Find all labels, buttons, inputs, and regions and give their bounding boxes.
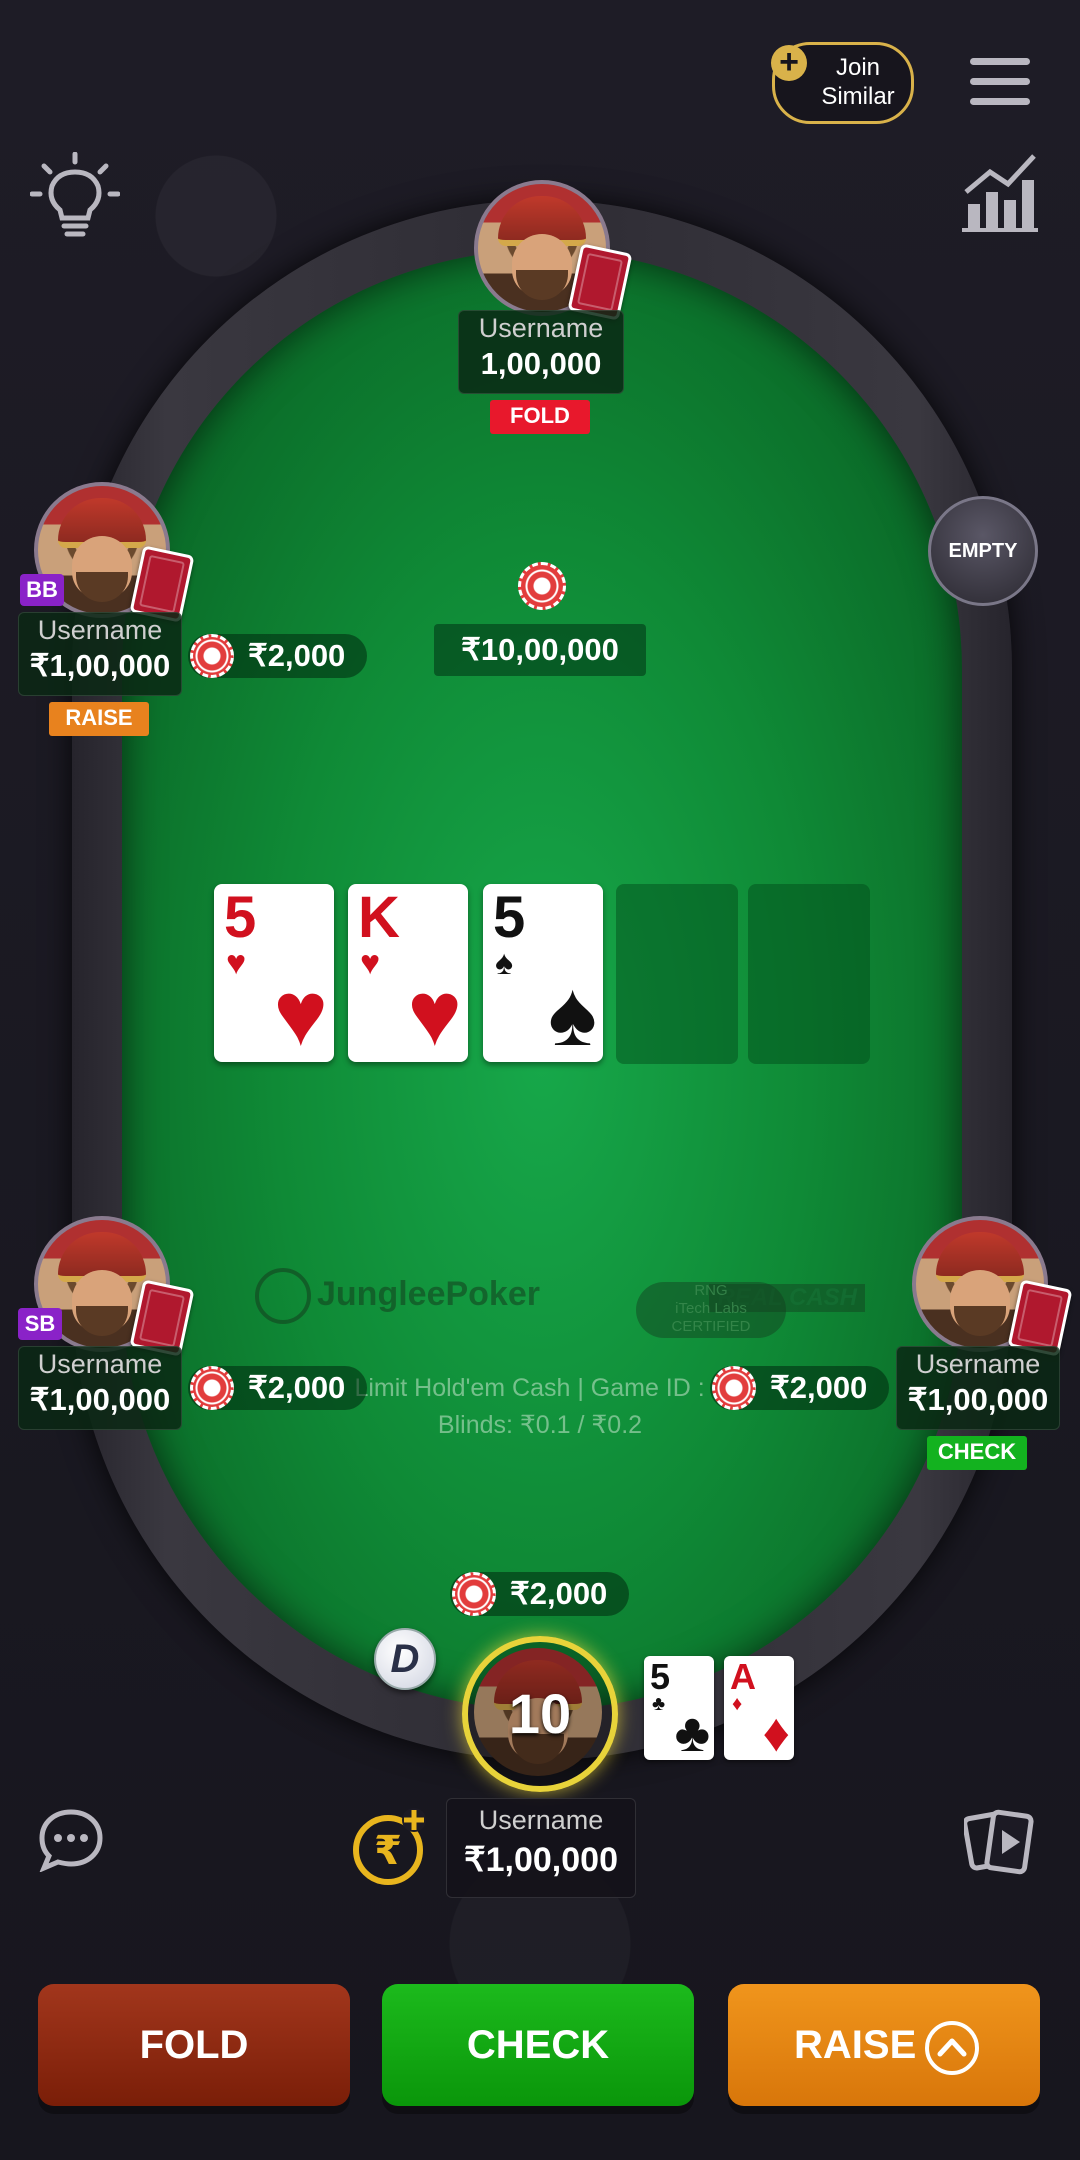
player-name: Username bbox=[37, 615, 163, 645]
community-card: 5 ♠ ♠ bbox=[483, 884, 603, 1062]
plus-icon: + bbox=[771, 45, 807, 81]
turn-timer: 10 bbox=[508, 1682, 572, 1745]
rng-certified-badge: RNG iTech Labs CERTIFIED bbox=[636, 1282, 786, 1338]
community-card: K ♥ ♥ bbox=[348, 884, 468, 1062]
raise-button[interactable]: RAISE bbox=[728, 1984, 1040, 2106]
player-info-top: Username 1,00,000 bbox=[458, 310, 624, 394]
player-info-left-lower: Username ₹1,00,000 bbox=[18, 1346, 182, 1430]
player-stack: ₹1,00,000 bbox=[29, 648, 171, 683]
player-info-right-lower: Username ₹1,00,000 bbox=[896, 1346, 1060, 1430]
dealer-button: D bbox=[374, 1628, 436, 1690]
menu-icon[interactable] bbox=[970, 58, 1030, 106]
chip-icon bbox=[190, 1366, 234, 1410]
join-label: Join bbox=[835, 54, 881, 81]
empty-seat[interactable]: EMPTY bbox=[928, 496, 1038, 606]
raise-status-badge: RAISE bbox=[49, 702, 149, 736]
player-stack: ₹1,00,000 bbox=[907, 1382, 1049, 1417]
add-cash-icon[interactable]: ₹ bbox=[350, 1806, 430, 1886]
join-similar-button[interactable]: + Join Similar bbox=[771, 42, 914, 124]
check-button[interactable]: CHECK bbox=[382, 1984, 694, 2106]
hero-avatar[interactable]: 10 bbox=[462, 1636, 618, 1792]
similar-label: Similar bbox=[821, 83, 895, 110]
player-stack: ₹1,00,000 bbox=[29, 1382, 171, 1417]
pot-chip-icon bbox=[518, 562, 566, 610]
pot-amount: ₹10,00,000 bbox=[434, 624, 646, 676]
blinds-info: Blinds: ₹0.1 / ₹0.2 bbox=[437, 1411, 643, 1439]
empty-card-slot bbox=[616, 884, 738, 1064]
game-info: Limit Hold'em Cash | Game ID : 8 bbox=[354, 1374, 726, 1402]
check-status-badge: CHECK bbox=[927, 1436, 1027, 1470]
raise-label: RAISE bbox=[794, 2023, 917, 2067]
stats-chart-icon[interactable] bbox=[962, 152, 1038, 232]
chip-icon bbox=[452, 1572, 496, 1616]
hero-card: A ♦ ♦ bbox=[724, 1656, 794, 1760]
big-blind-badge: BB bbox=[20, 574, 64, 606]
hero-card: 5 ♣ ♣ bbox=[644, 1656, 714, 1760]
chevron-up-icon bbox=[925, 2021, 979, 2075]
player-name: Username bbox=[478, 1805, 604, 1835]
hand-replay-icon[interactable] bbox=[964, 1806, 1036, 1878]
empty-card-slot bbox=[748, 884, 870, 1064]
player-info-left-upper: Username ₹1,00,000 bbox=[18, 612, 182, 696]
small-blind-badge: SB bbox=[18, 1308, 62, 1340]
player-stack: 1,00,000 bbox=[480, 346, 602, 381]
chat-icon[interactable] bbox=[38, 1808, 104, 1872]
svg-text:₹: ₹ bbox=[374, 1828, 402, 1874]
chip-icon bbox=[712, 1366, 756, 1410]
fold-status-badge: FOLD bbox=[490, 400, 590, 434]
fold-button[interactable]: FOLD bbox=[38, 1984, 350, 2106]
player-name: Username bbox=[478, 313, 604, 343]
player-name: Username bbox=[37, 1349, 163, 1379]
lightbulb-icon[interactable] bbox=[30, 152, 120, 242]
player-name: Username bbox=[915, 1349, 1041, 1379]
community-card: 5 ♥ ♥ bbox=[214, 884, 334, 1062]
chip-icon bbox=[190, 634, 234, 678]
hero-info: Username ₹1,00,000 bbox=[446, 1798, 636, 1898]
player-stack: ₹1,00,000 bbox=[464, 1841, 618, 1879]
